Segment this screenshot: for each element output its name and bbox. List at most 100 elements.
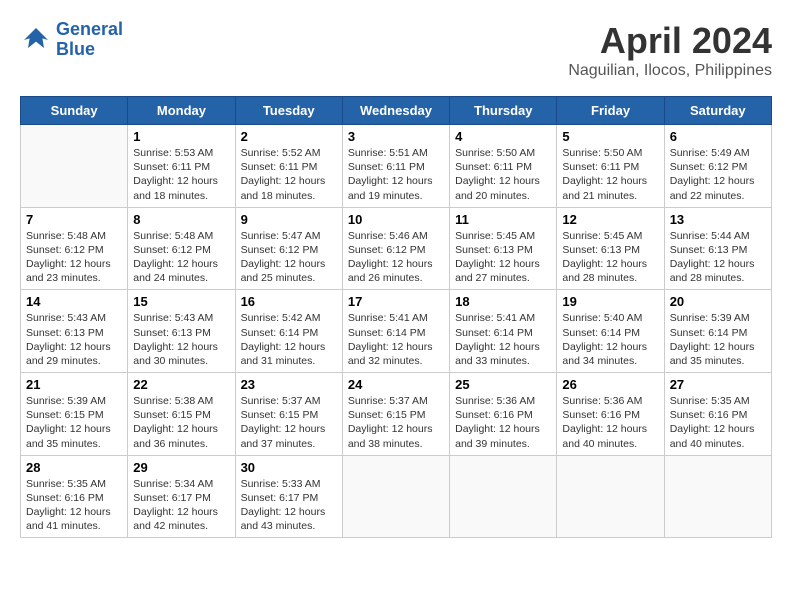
date-number: 13 [670,212,766,227]
calendar-cell: 28 Sunrise: 5:35 AM Sunset: 6:16 PM Dayli… [21,455,128,538]
calendar-cell: 11 Sunrise: 5:45 AM Sunset: 6:13 PM Dayli… [450,207,557,290]
date-number: 11 [455,212,551,227]
cell-info: Sunrise: 5:40 AM Sunset: 6:14 PM Dayligh… [562,311,658,368]
location-title: Naguilian, Ilocos, Philippines [568,62,772,80]
date-number: 26 [562,377,658,392]
calendar-cell: 19 Sunrise: 5:40 AM Sunset: 6:14 PM Dayli… [557,290,664,373]
weekday-header-wednesday: Wednesday [342,97,449,125]
weekday-header-tuesday: Tuesday [235,97,342,125]
calendar-cell [342,455,449,538]
date-number: 29 [133,460,229,475]
calendar-cell: 15Sunrise: 5:43 AM Sunset: 6:13 PM Dayli… [128,290,235,373]
date-number: 12 [562,212,658,227]
cell-info: Sunrise: 5:33 AM Sunset: 6:17 PM Dayligh… [241,477,337,534]
date-number: 7 [26,212,122,227]
calendar-cell: 16 Sunrise: 5:42 AM Sunset: 6:14 PM Dayli… [235,290,342,373]
date-number: 2 [241,129,337,144]
page-header: General Blue April 2024 Naguilian, Iloco… [20,20,772,80]
cell-info: Sunrise: 5:42 AM Sunset: 6:14 PM Dayligh… [241,311,337,368]
cell-info: Sunrise: 5:50 AM Sunset: 6:11 PM Dayligh… [562,146,658,203]
calendar-cell: 20Sunrise: 5:39 AM Sunset: 6:14 PM Dayli… [664,290,771,373]
calendar-cell [664,455,771,538]
cell-info: Sunrise: 5:48 AM Sunset: 6:12 PM Dayligh… [26,229,122,286]
calendar-cell [450,455,557,538]
cell-info: Sunrise: 5:43 AM Sunset: 6:13 PM Dayligh… [26,311,122,368]
date-number: 21 [26,377,122,392]
month-title: April 2024 [568,20,772,62]
cell-info: Sunrise: 5:35 AM Sunset: 6:16 PM Dayligh… [26,477,122,534]
date-number: 10 [348,212,444,227]
logo-text: General Blue [56,20,123,60]
cell-info: Sunrise: 5:35 AM Sunset: 6:16 PM Dayligh… [670,394,766,451]
weekday-header-monday: Monday [128,97,235,125]
weekday-header-thursday: Thursday [450,97,557,125]
title-area: April 2024 Naguilian, Ilocos, Philippine… [568,20,772,80]
logo-icon [20,24,52,56]
calendar-cell: 10 Sunrise: 5:46 AM Sunset: 6:12 PM Dayli… [342,207,449,290]
calendar-cell [21,125,128,208]
calendar-cell: 4Sunrise: 5:50 AM Sunset: 6:11 PM Daylig… [450,125,557,208]
calendar-cell: 21 Sunrise: 5:39 AM Sunset: 6:15 PM Dayli… [21,373,128,456]
calendar-week-4: 21 Sunrise: 5:39 AM Sunset: 6:15 PM Dayli… [21,373,772,456]
calendar-cell: 2 Sunrise: 5:52 AM Sunset: 6:11 PM Daylig… [235,125,342,208]
calendar-cell: 13 Sunrise: 5:44 AM Sunset: 6:13 PM Dayli… [664,207,771,290]
calendar-cell: 7 Sunrise: 5:48 AM Sunset: 6:12 PM Daylig… [21,207,128,290]
calendar-cell: 29 Sunrise: 5:34 AM Sunset: 6:17 PM Dayli… [128,455,235,538]
cell-info: Sunrise: 5:48 AM Sunset: 6:12 PM Dayligh… [133,229,229,286]
calendar-cell: 23Sunrise: 5:37 AM Sunset: 6:15 PM Dayli… [235,373,342,456]
calendar-cell: 27 Sunrise: 5:35 AM Sunset: 6:16 PM Dayli… [664,373,771,456]
cell-info: Sunrise: 5:47 AM Sunset: 6:12 PM Dayligh… [241,229,337,286]
cell-info: Sunrise: 5:51 AM Sunset: 6:11 PM Dayligh… [348,146,444,203]
calendar-cell: 17Sunrise: 5:41 AM Sunset: 6:14 PM Dayli… [342,290,449,373]
date-number: 5 [562,129,658,144]
date-number: 19 [562,294,658,309]
calendar-cell: 25 Sunrise: 5:36 AM Sunset: 6:16 PM Dayli… [450,373,557,456]
date-number: 25 [455,377,551,392]
date-number: 27 [670,377,766,392]
calendar-body: 1Sunrise: 5:53 AM Sunset: 6:11 PM Daylig… [21,125,772,538]
calendar-cell: 22 Sunrise: 5:38 AM Sunset: 6:15 PM Dayli… [128,373,235,456]
date-number: 28 [26,460,122,475]
weekday-header-friday: Friday [557,97,664,125]
date-number: 3 [348,129,444,144]
cell-info: Sunrise: 5:37 AM Sunset: 6:15 PM Dayligh… [241,394,337,451]
calendar-cell: 30 Sunrise: 5:33 AM Sunset: 6:17 PM Dayli… [235,455,342,538]
calendar-week-2: 7 Sunrise: 5:48 AM Sunset: 6:12 PM Daylig… [21,207,772,290]
cell-info: Sunrise: 5:49 AM Sunset: 6:12 PM Dayligh… [670,146,766,203]
cell-info: Sunrise: 5:44 AM Sunset: 6:13 PM Dayligh… [670,229,766,286]
date-number: 24 [348,377,444,392]
cell-info: Sunrise: 5:45 AM Sunset: 6:13 PM Dayligh… [455,229,551,286]
cell-info: Sunrise: 5:50 AM Sunset: 6:11 PM Dayligh… [455,146,551,203]
calendar-week-5: 28 Sunrise: 5:35 AM Sunset: 6:16 PM Dayli… [21,455,772,538]
calendar-cell: 9 Sunrise: 5:47 AM Sunset: 6:12 PM Daylig… [235,207,342,290]
cell-info: Sunrise: 5:39 AM Sunset: 6:15 PM Dayligh… [26,394,122,451]
logo: General Blue [20,20,123,60]
weekday-header-row: SundayMondayTuesdayWednesdayThursdayFrid… [21,97,772,125]
weekday-header-saturday: Saturday [664,97,771,125]
weekday-header-sunday: Sunday [21,97,128,125]
calendar-cell: 12 Sunrise: 5:45 AM Sunset: 6:13 PM Dayli… [557,207,664,290]
cell-info: Sunrise: 5:46 AM Sunset: 6:12 PM Dayligh… [348,229,444,286]
calendar-cell: 1Sunrise: 5:53 AM Sunset: 6:11 PM Daylig… [128,125,235,208]
cell-info: Sunrise: 5:36 AM Sunset: 6:16 PM Dayligh… [562,394,658,451]
date-number: 8 [133,212,229,227]
calendar-week-1: 1Sunrise: 5:53 AM Sunset: 6:11 PM Daylig… [21,125,772,208]
calendar-cell: 3 Sunrise: 5:51 AM Sunset: 6:11 PM Daylig… [342,125,449,208]
date-number: 14 [26,294,122,309]
cell-info: Sunrise: 5:52 AM Sunset: 6:11 PM Dayligh… [241,146,337,203]
date-number: 17 [348,294,444,309]
cell-info: Sunrise: 5:45 AM Sunset: 6:13 PM Dayligh… [562,229,658,286]
date-number: 1 [133,129,229,144]
date-number: 30 [241,460,337,475]
calendar-cell: 14 Sunrise: 5:43 AM Sunset: 6:13 PM Dayli… [21,290,128,373]
date-number: 22 [133,377,229,392]
cell-info: Sunrise: 5:36 AM Sunset: 6:16 PM Dayligh… [455,394,551,451]
calendar-cell: 26 Sunrise: 5:36 AM Sunset: 6:16 PM Dayli… [557,373,664,456]
cell-info: Sunrise: 5:34 AM Sunset: 6:17 PM Dayligh… [133,477,229,534]
cell-info: Sunrise: 5:41 AM Sunset: 6:14 PM Dayligh… [455,311,551,368]
date-number: 16 [241,294,337,309]
date-number: 20 [670,294,766,309]
cell-info: Sunrise: 5:38 AM Sunset: 6:15 PM Dayligh… [133,394,229,451]
date-number: 9 [241,212,337,227]
date-number: 6 [670,129,766,144]
